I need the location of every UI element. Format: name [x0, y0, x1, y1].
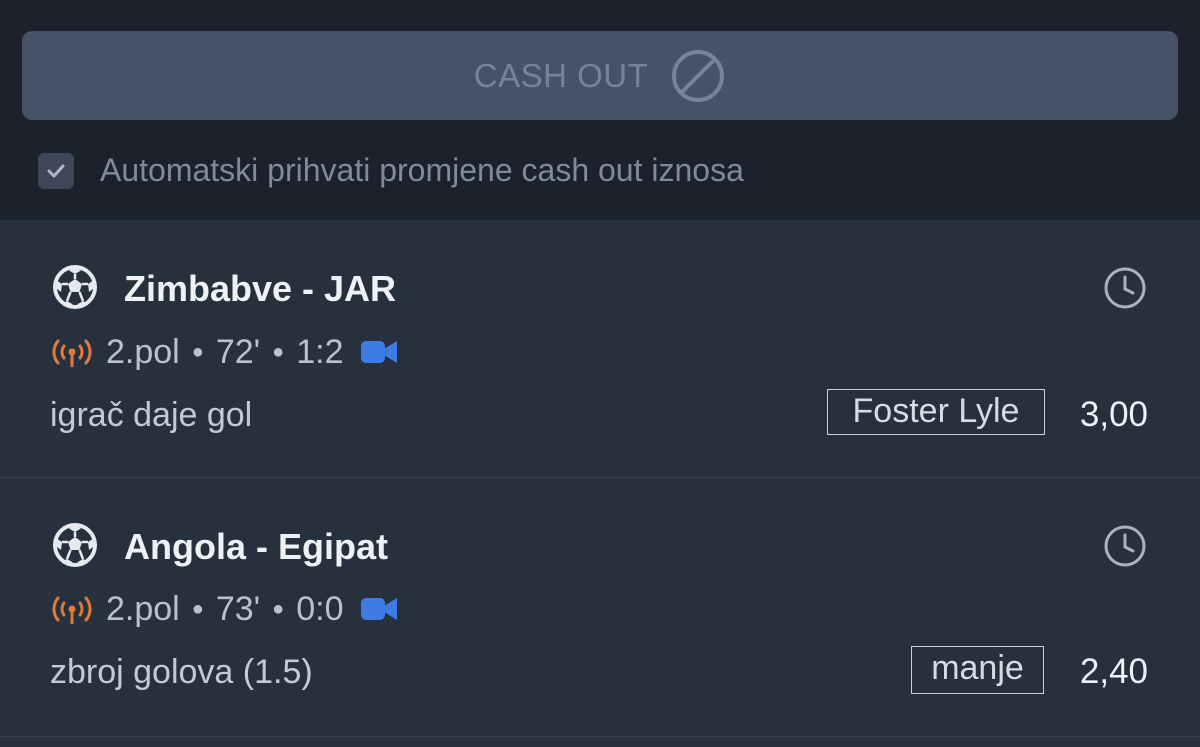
bet-pick: Foster Lyle [827, 389, 1045, 435]
bet-odds: 3,00 [1079, 395, 1148, 434]
live-status-row: 2.pol ● 72' ● 1:2 [52, 332, 398, 372]
auto-accept-checkbox[interactable] [38, 152, 74, 189]
bet-odds: 2,40 [1079, 652, 1148, 691]
clock-icon[interactable] [1102, 523, 1148, 569]
auto-accept-row: Automatski prihvati promjene cash out iz… [38, 152, 744, 189]
match-score: 0:0 [296, 590, 344, 628]
cashout-label: CASH OUT [473, 56, 649, 94]
bet-divider [0, 736, 1200, 737]
match-title: Zimbabve - JAR [124, 268, 397, 309]
bet-item[interactable]: Zimbabve - JAR 2.pol ● 72' ● 1:2 igrač d… [0, 220, 1200, 477]
soccer-ball-icon [53, 523, 97, 567]
live-broadcast-icon [52, 596, 92, 624]
bet-list: Zimbabve - JAR 2.pol ● 72' ● 1:2 igrač d… [0, 220, 1200, 747]
separator-dot: ● [272, 598, 285, 620]
bet-market: igrač daje gol [50, 396, 253, 434]
separator-dot: ● [272, 341, 285, 363]
match-title: Angola - Egipat [124, 526, 388, 567]
clock-icon[interactable] [1102, 265, 1148, 311]
checkmark-icon [47, 164, 65, 177]
bet-pick: manje [911, 646, 1044, 694]
auto-accept-label: Automatski prihvati promjene cash out iz… [100, 152, 744, 188]
separator-dot: ● [191, 598, 204, 620]
match-minute: 73' [215, 590, 261, 628]
match-score: 1:2 [296, 333, 344, 371]
bet-item[interactable]: Angola - Egipat 2.pol ● 73' ● 0:0 zbroj … [0, 478, 1200, 735]
cashout-button[interactable]: CASH OUT [22, 31, 1178, 120]
video-camera-icon[interactable] [360, 595, 398, 623]
soccer-ball-icon [53, 265, 97, 309]
video-camera-icon[interactable] [360, 338, 398, 366]
separator-dot: ● [191, 341, 204, 363]
bet-slip-screen: CASH OUT Automatski prihvati promjene ca… [0, 0, 1200, 747]
live-status-row: 2.pol ● 73' ● 0:0 [52, 589, 398, 629]
cashout-panel: CASH OUT Automatski prihvati promjene ca… [0, 0, 1200, 220]
ban-icon [672, 49, 725, 102]
match-period: 2.pol [106, 590, 180, 628]
match-period: 2.pol [106, 333, 180, 371]
live-broadcast-icon [52, 339, 92, 367]
match-minute: 72' [215, 333, 261, 371]
bet-market: zbroj golova (1.5) [50, 653, 313, 691]
